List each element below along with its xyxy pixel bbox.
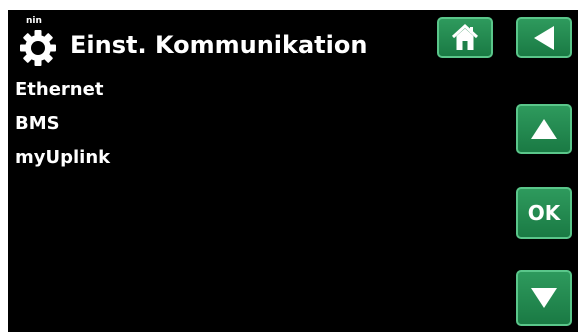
gear-icon-label: nin [26,16,42,26]
arrow-up-icon [529,117,559,141]
ok-button[interactable]: OK [516,187,572,239]
page-title: Einst. Kommunikation [70,31,368,59]
settings-menu: Ethernet BMS myUplink [15,74,110,176]
home-icon [450,23,480,53]
display-screen: nin Einst. Kommunikation Ethernet BMS my… [8,10,578,332]
scroll-up-button[interactable] [516,104,572,154]
ok-button-label: OK [527,201,561,225]
home-button[interactable] [437,17,493,58]
scroll-down-button[interactable] [516,270,572,326]
menu-item-myuplink[interactable]: myUplink [15,142,110,176]
gear-icon [18,28,58,68]
arrow-left-icon [532,25,556,51]
back-button[interactable] [516,17,572,58]
menu-item-ethernet[interactable]: Ethernet [15,74,110,108]
arrow-down-icon [529,286,559,310]
menu-item-bms[interactable]: BMS [15,108,110,142]
